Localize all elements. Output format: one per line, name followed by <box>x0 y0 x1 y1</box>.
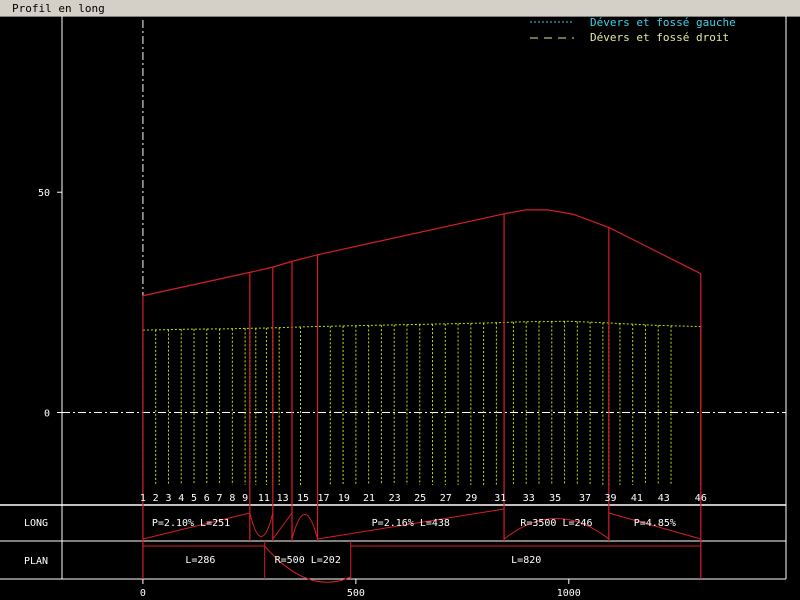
station-label: 29 <box>465 493 477 504</box>
long-curve-2 <box>291 514 319 540</box>
station-label: 27 <box>440 493 452 504</box>
station-label: 39 <box>605 493 617 504</box>
station-label: 3 <box>165 493 171 504</box>
station-label: 35 <box>549 493 561 504</box>
terrain-line <box>142 320 701 331</box>
x-tick-label: 500 <box>347 588 365 599</box>
legend: Dévers et fossé gauche Dévers et fossé d… <box>530 16 736 44</box>
long-segment-label: P=2.10% L=251 <box>152 518 230 529</box>
plan-segment-label: L=286 <box>185 555 215 566</box>
long-segment-label: R=3500 L=246 <box>520 518 592 529</box>
station-label: 11 <box>258 493 270 504</box>
station-label: 33 <box>523 493 535 504</box>
station-label: 6 <box>204 493 210 504</box>
x-tick-label: 0 <box>140 588 146 599</box>
station-label: 4 <box>178 493 184 504</box>
station-label: 19 <box>338 493 350 504</box>
y-tick-label: 0 <box>44 408 50 419</box>
station-label: 37 <box>579 493 591 504</box>
plan-band-label: PLAN <box>24 556 48 567</box>
station-label: 2 <box>153 493 159 504</box>
legend-label-left: Dévers et fossé gauche <box>590 16 736 29</box>
profile-line <box>142 209 702 297</box>
terrain-series <box>142 320 702 485</box>
station-label: 15 <box>297 493 309 504</box>
legend-label-right: Dévers et fossé droit <box>590 31 729 44</box>
station-label: 5 <box>191 493 197 504</box>
long-segment-label: P=2.16% L=438 <box>372 518 450 529</box>
plan-segment-label: L=820 <box>511 555 541 566</box>
long-slope-2 <box>272 512 293 540</box>
long-band-label: LONG <box>24 518 48 529</box>
chart-axes: 0500 500 1000 <box>38 20 786 599</box>
profile-chart: 0500 500 1000 1 2 3 4 5 6 7 8 9 11 13 15 17 19 21 23 25 27 2… <box>0 16 787 599</box>
station-label: 1 <box>140 493 146 504</box>
station-label: 9 <box>242 493 248 504</box>
long-segment-label: P=4.85% <box>634 518 676 529</box>
station-label: 13 <box>277 493 289 504</box>
station-label: 43 <box>658 493 670 504</box>
station-label: 17 <box>317 493 329 504</box>
station-label: 23 <box>389 493 401 504</box>
plan-segment-label: R=500 L=202 <box>275 555 341 566</box>
bands: LONG PLAN P=2.10% L=251 P=2.16% L=438 R=3500… <box>24 508 701 583</box>
station-label: 25 <box>414 493 426 504</box>
station-label: 41 <box>631 493 643 504</box>
station-label: 21 <box>363 493 375 504</box>
station-label: 8 <box>229 493 235 504</box>
profile-window: Profil en long 0 50 0 500 1000 1 2 3 4 5 6 7 8 9 11 13… <box>0 0 800 600</box>
station-label: 7 <box>217 493 223 504</box>
station-label: 46 <box>695 493 707 504</box>
station-label: 31 <box>494 493 506 504</box>
y-tick-label: 50 <box>38 188 50 199</box>
station-labels: 1 2 3 4 5 6 7 8 9 11 13 15 17 19 21 23 25 27 29 31 33 35 37 39 4… <box>140 493 707 504</box>
long-curve-1 <box>249 512 274 537</box>
x-tick-label: 1000 <box>557 588 581 599</box>
